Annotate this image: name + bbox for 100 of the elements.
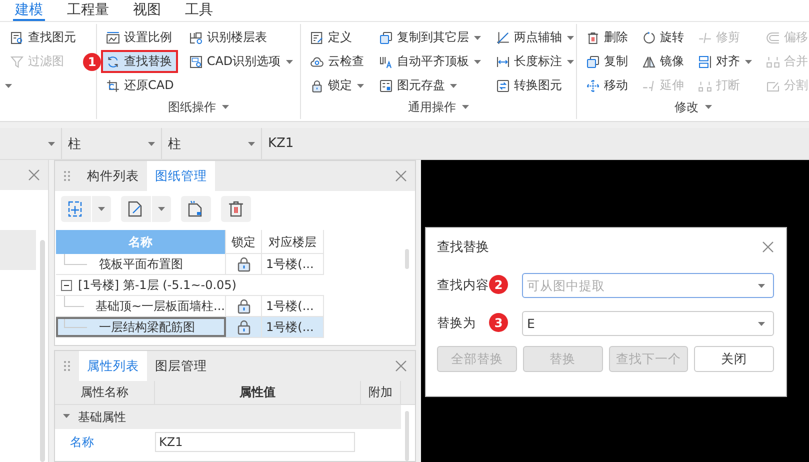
group-label[interactable]: 通用操作 xyxy=(301,97,576,117)
combo-field[interactable]: 可从图中提取 xyxy=(522,272,774,298)
caret-icon xyxy=(758,322,765,326)
table-cell[interactable]: 一层结构梁配筋图 xyxy=(56,317,226,337)
form-edit-icon xyxy=(309,30,325,46)
caret-icon xyxy=(222,105,229,109)
caret-icon xyxy=(158,207,165,211)
ribbon-button[interactable]: 还原CAD xyxy=(101,74,178,97)
mirror-icon xyxy=(641,54,657,70)
close-icon[interactable] xyxy=(395,360,407,372)
caret-icon xyxy=(745,60,752,64)
toolbar-button[interactable] xyxy=(181,196,211,222)
caret-icon xyxy=(704,105,712,109)
menu-tab[interactable]: 工程量 xyxy=(65,0,111,21)
ribbon-button[interactable]: 两点辅轴 xyxy=(491,26,578,49)
toolbar-button[interactable] xyxy=(61,196,111,222)
scrollbar[interactable] xyxy=(40,240,45,462)
ribbon-button[interactable]: 移动 xyxy=(581,74,632,97)
ribbon-button[interactable]: 云检查 xyxy=(305,50,368,73)
diagonal-line-icon xyxy=(495,30,511,46)
dialog-title: 查找替换 xyxy=(437,239,489,256)
caret-icon xyxy=(758,284,765,288)
ribbon-button[interactable]: 设置比例 xyxy=(101,26,178,49)
step-badge: 2 xyxy=(489,275,508,294)
panel-tab[interactable]: 构件列表 xyxy=(79,161,147,191)
column-header[interactable]: 对应楼层 xyxy=(262,230,324,254)
filter-icon xyxy=(9,54,25,70)
property-name: 名称 xyxy=(69,434,95,450)
panel-tab[interactable]: 图层管理 xyxy=(147,351,215,381)
lock-icon[interactable] xyxy=(236,319,250,335)
panel-tab[interactable]: 属性列表 xyxy=(79,351,147,381)
ribbon-button[interactable]: 识别楼层表 xyxy=(184,26,297,49)
table-cell[interactable]: 基础顶~一层板面墙柱... xyxy=(56,296,226,316)
column-header: 属性值 xyxy=(155,381,361,404)
menu-tab[interactable]: 视图 xyxy=(131,0,163,21)
move-icon xyxy=(585,78,601,94)
close-icon[interactable] xyxy=(28,169,40,181)
toolbar-button[interactable] xyxy=(221,196,251,222)
value-field[interactable]: KZ1 xyxy=(155,432,355,452)
ribbon-button[interactable]: 删除 xyxy=(581,26,632,49)
grip-icon[interactable] xyxy=(63,360,71,372)
group-row[interactable]: 基础属性 xyxy=(55,405,401,429)
ribbon-button[interactable]: 镜像 xyxy=(637,50,688,73)
tree-group-row[interactable]: [1号楼] 第-1层 (-5.1~-0.05) xyxy=(56,275,324,295)
group-label[interactable]: 图纸操作 xyxy=(97,97,300,117)
caret-icon xyxy=(357,84,364,88)
ribbon-button[interactable]: 自动平齐顶板 xyxy=(374,50,485,73)
caret-icon xyxy=(567,60,574,64)
ribbon-button[interactable]: 复制 xyxy=(581,50,632,73)
dropdown[interactable]: KZ1 xyxy=(262,128,809,159)
ruler-icon xyxy=(105,30,121,46)
menu-tab[interactable]: 工具 xyxy=(183,0,215,21)
step-badge: 3 xyxy=(489,313,508,332)
scrollbar[interactable] xyxy=(405,249,409,269)
dropdown[interactable]: 柱 xyxy=(62,128,162,159)
ribbon-button[interactable]: 查找替换 xyxy=(101,50,178,73)
ribbon-button[interactable]: 旋转 xyxy=(637,26,688,49)
close-icon[interactable] xyxy=(395,170,407,182)
collapse-icon[interactable] xyxy=(61,280,72,290)
caret-icon xyxy=(450,84,457,88)
toolbar-button[interactable] xyxy=(121,196,171,222)
caret-icon xyxy=(462,105,469,109)
ribbon-button[interactable]: 查找图元 xyxy=(5,26,80,49)
table-cell: 1号楼(... xyxy=(262,296,324,316)
panel-tab[interactable]: 图纸管理 xyxy=(147,161,215,191)
ribbon-button[interactable]: 对齐 xyxy=(693,50,756,73)
scrollbar[interactable] xyxy=(405,411,409,461)
table-cell: 1号楼(... xyxy=(262,317,324,337)
ribbon-button[interactable]: 转换图元 xyxy=(491,74,578,97)
trash-icon xyxy=(227,200,245,218)
convert-icon xyxy=(495,78,511,94)
field-label: 替换为 xyxy=(437,314,477,332)
lock-icon[interactable] xyxy=(236,256,250,272)
combo-field[interactable]: E xyxy=(522,310,774,336)
ribbon-button[interactable]: 定义 xyxy=(305,26,368,49)
copy-icon xyxy=(585,54,601,70)
caret-icon xyxy=(474,36,481,40)
group-label[interactable]: 修改 xyxy=(577,97,809,117)
crop-icon xyxy=(105,78,121,94)
table-cell[interactable]: 筏板平面布置图 xyxy=(56,254,226,274)
ribbon-button[interactable]: 复制到其它层 xyxy=(374,26,485,49)
step-badge: 1 xyxy=(83,53,101,71)
tree-group-label: [1号楼] 第-1层 (-5.1~-0.05) xyxy=(78,276,236,294)
table-cell: 1号楼(... xyxy=(262,254,324,274)
table-search-icon xyxy=(188,30,204,46)
rotate-icon xyxy=(641,30,657,46)
lock-icon[interactable] xyxy=(236,298,250,314)
offset-icon xyxy=(765,30,781,46)
ribbon-button[interactable]: 锁定 xyxy=(305,74,368,97)
ribbon-button[interactable]: 图元存盘 xyxy=(374,74,485,97)
dropdown[interactable]: 柱 xyxy=(162,128,262,159)
save-icon xyxy=(378,78,394,94)
ribbon-button[interactable]: CAD识别选项 xyxy=(184,50,297,73)
column-header[interactable]: 锁定 xyxy=(226,230,262,254)
close-icon[interactable] xyxy=(762,241,774,253)
dialog-button[interactable]: 关闭 xyxy=(694,346,774,372)
document-search-icon xyxy=(9,30,25,46)
cad-file-icon xyxy=(188,54,204,70)
grip-icon[interactable] xyxy=(63,170,71,182)
ribbon-button[interactable]: 长度标注 xyxy=(491,50,578,73)
